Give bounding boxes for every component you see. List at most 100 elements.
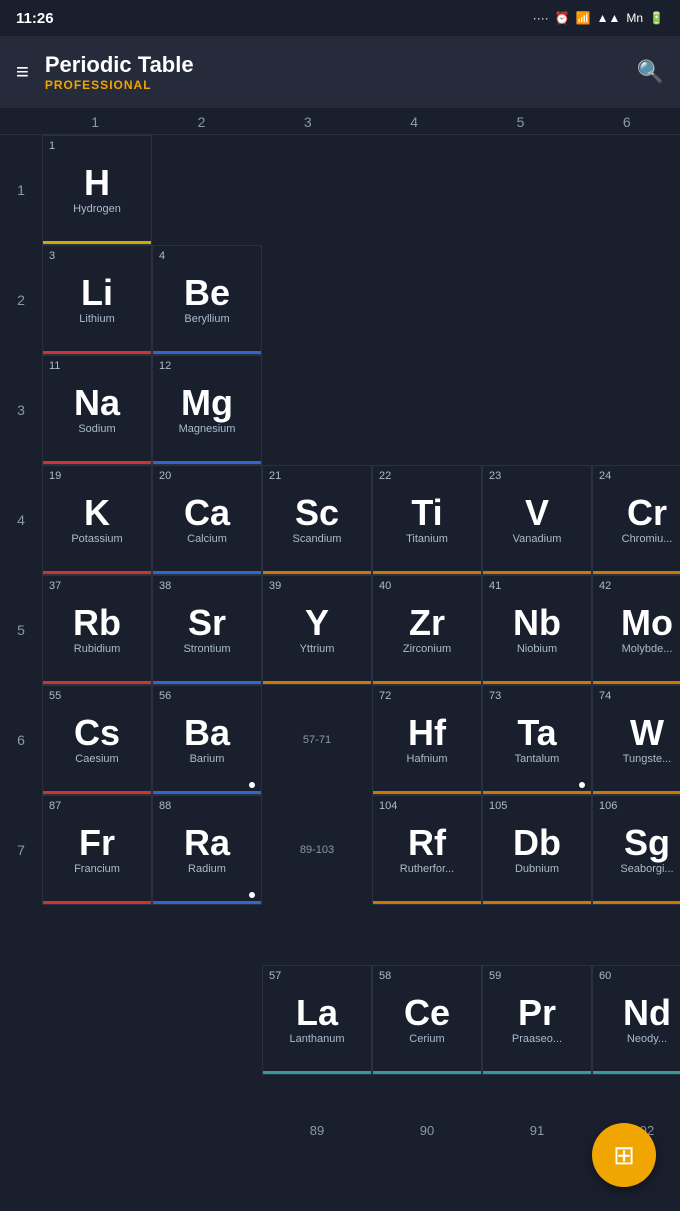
element-Li[interactable]: 3 Li Lithium: [42, 245, 152, 355]
element-Ta[interactable]: 73 Ta Tantalum: [482, 685, 592, 795]
underline-Hf: [373, 791, 481, 794]
gap-row2-col5: [482, 245, 592, 355]
symbol-Ce: Ce: [404, 995, 450, 1031]
atomic-num-Ra: 88: [159, 800, 171, 812]
element-Sr[interactable]: 38 Sr Strontium: [152, 575, 262, 685]
atomic-num-Hf: 72: [379, 690, 391, 702]
element-Sc[interactable]: 21 Sc Scandium: [262, 465, 372, 575]
actinide-gap2: [152, 1075, 262, 1185]
element-H[interactable]: 1 H Hydrogen: [42, 135, 152, 245]
underline-Sr: [153, 681, 261, 684]
element-V[interactable]: 23 V Vanadium: [482, 465, 592, 575]
element-Hf[interactable]: 72 Hf Hafnium: [372, 685, 482, 795]
atomic-num-Sg: 106: [599, 800, 617, 812]
row-label-7: 7: [0, 795, 42, 905]
element-Nd-partial[interactable]: 60 Nd Neody...: [592, 965, 680, 1075]
element-Ti[interactable]: 22 Ti Titanium: [372, 465, 482, 575]
atomic-num-Ca: 20: [159, 470, 171, 482]
battery-icon: 🔋: [649, 11, 664, 25]
name-Ta: Tantalum: [515, 753, 560, 765]
fab-grid-button[interactable]: ⊞: [592, 1123, 656, 1187]
element-Mg[interactable]: 12 Mg Magnesium: [152, 355, 262, 465]
atomic-num-Nb: 41: [489, 580, 501, 592]
atomic-num-Sr: 38: [159, 580, 171, 592]
element-Sg[interactable]: 106 Sg Seaborgi...: [592, 795, 680, 905]
row-label-6: 6: [0, 685, 42, 795]
symbol-Li: Li: [81, 275, 113, 311]
symbol-Sg: Sg: [624, 825, 670, 861]
element-Pr[interactable]: 59 Pr Praaseo...: [482, 965, 592, 1075]
grid-icon: ⊞: [613, 1140, 635, 1171]
symbol-Nb: Nb: [513, 605, 561, 641]
name-Rf: Rutherfor...: [400, 863, 454, 875]
menu-icon[interactable]: ≡: [16, 59, 29, 85]
name-Sr: Strontium: [183, 643, 230, 655]
actinide-num-91: 91: [482, 1123, 592, 1138]
name-Ba: Barium: [190, 753, 225, 765]
gap-row2-col3: [262, 245, 372, 355]
atomic-num-Mg: 12: [159, 360, 171, 372]
name-Pr: Praaseo...: [512, 1033, 562, 1045]
underline-K: [43, 571, 151, 574]
name-Cr: Chromiu...: [622, 533, 673, 545]
network-icon: Mn: [626, 11, 643, 25]
underline-Sc: [263, 571, 371, 574]
element-Na[interactable]: 11 Na Sodium: [42, 355, 152, 465]
element-W[interactable]: 74 W Tungste...: [592, 685, 680, 795]
symbol-Ta: Ta: [517, 715, 556, 751]
atomic-num-Li: 3: [49, 250, 55, 262]
element-K[interactable]: 19 K Potassium: [42, 465, 152, 575]
col-header-6: 6: [574, 114, 680, 130]
row-label-2: 2: [0, 245, 42, 355]
gap-row1-col4: [372, 135, 482, 245]
actinide-num-90: 90: [372, 1123, 482, 1138]
col-header-5: 5: [467, 114, 573, 130]
element-La[interactable]: 57 La Lanthanum: [262, 965, 372, 1075]
name-Nb: Niobium: [517, 643, 557, 655]
periodic-row-1: 1 1 H Hydrogen: [0, 135, 680, 245]
underline-Cr: [593, 571, 680, 574]
name-La: Lanthanum: [289, 1033, 344, 1045]
symbol-Rb: Rb: [73, 605, 121, 641]
periodic-row-4: 4 19 K Potassium 20 Ca Calcium 21 Sc Sca…: [0, 465, 680, 575]
col-header-1: 1: [42, 114, 148, 130]
element-Ra[interactable]: 88 Ra Radium: [152, 795, 262, 905]
name-Rb: Rubidium: [74, 643, 120, 655]
element-Fr[interactable]: 87 Fr Francium: [42, 795, 152, 905]
row-label-3: 3: [0, 355, 42, 465]
element-Y[interactable]: 39 Y Yttrium: [262, 575, 372, 685]
name-Ti: Titanium: [406, 533, 448, 545]
row-label-1: 1: [0, 135, 42, 245]
element-Db[interactable]: 105 Db Dubnium: [482, 795, 592, 905]
element-Rb[interactable]: 37 Rb Rubidium: [42, 575, 152, 685]
element-Ca[interactable]: 20 Ca Calcium: [152, 465, 262, 575]
symbol-Pr: Pr: [518, 995, 556, 1031]
underline-Ca: [153, 571, 261, 574]
element-Nb[interactable]: 41 Nb Niobium: [482, 575, 592, 685]
atomic-num-Sc: 21: [269, 470, 281, 482]
col-header-2: 2: [148, 114, 254, 130]
atomic-num-Be: 4: [159, 250, 165, 262]
name-Y: Yttrium: [300, 643, 335, 655]
element-Rf[interactable]: 104 Rf Rutherfor...: [372, 795, 482, 905]
name-Ca: Calcium: [187, 533, 227, 545]
app-header: ≡ Periodic Table PROFESSIONAL 🔍: [0, 36, 680, 108]
name-Li: Lithium: [79, 313, 114, 325]
element-Zr[interactable]: 40 Zr Zirconium: [372, 575, 482, 685]
element-Ba[interactable]: 56 Ba Barium: [152, 685, 262, 795]
atomic-num-Ba: 56: [159, 690, 171, 702]
periodic-row-2: 2 3 Li Lithium 4 Be Beryllium: [0, 245, 680, 355]
name-Zr: Zirconium: [403, 643, 451, 655]
element-Cr[interactable]: 24 Cr Chromiu...: [592, 465, 680, 575]
name-Fr: Francium: [74, 863, 120, 875]
element-Mo[interactable]: 42 Mo Molybde...: [592, 575, 680, 685]
symbol-Mg: Mg: [181, 385, 233, 421]
symbol-Fr: Fr: [79, 825, 115, 861]
element-Be[interactable]: 4 Be Beryllium: [152, 245, 262, 355]
underline-Nb: [483, 681, 591, 684]
symbol-Ti: Ti: [411, 495, 442, 531]
element-Ce[interactable]: 58 Ce Cerium: [372, 965, 482, 1075]
search-icon[interactable]: 🔍: [637, 59, 664, 85]
element-Cs[interactable]: 55 Cs Caesium: [42, 685, 152, 795]
name-H: Hydrogen: [73, 203, 121, 215]
